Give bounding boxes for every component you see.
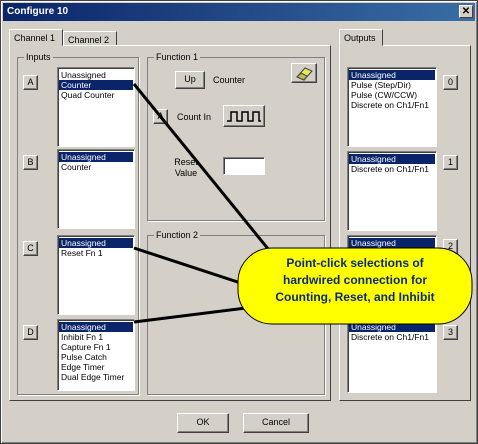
- list-item[interactable]: Pulse (CW/CCW): [349, 90, 435, 100]
- callout-line-1: Point-click selections of: [286, 256, 424, 270]
- output-3-listbox[interactable]: Unassigned Discrete on Ch1/Fn1: [347, 319, 437, 393]
- counter-label: Counter: [213, 75, 246, 85]
- output-1-button[interactable]: 1: [443, 155, 458, 170]
- list-item[interactable]: Quad Counter: [59, 90, 133, 100]
- output-2-button[interactable]: 2: [443, 239, 458, 254]
- list-item[interactable]: Discrete on Ch1/Fn1: [349, 100, 435, 110]
- input-b-listbox[interactable]: Unassigned Counter: [57, 149, 135, 229]
- callout-line-3: Counting, Reset, and Inhibit: [275, 290, 435, 304]
- close-icon: ✕: [461, 6, 471, 17]
- ok-button[interactable]: OK: [177, 413, 229, 433]
- list-item[interactable]: Counter: [59, 162, 133, 172]
- eraser-button[interactable]: [291, 63, 317, 83]
- list-item[interactable]: Unassigned: [349, 70, 435, 80]
- input-d-button[interactable]: D: [23, 325, 38, 340]
- reset-value-label: Reset Value: [174, 157, 198, 178]
- configure-dialog: Configure 10 ✕ Channel 1 Channel 2 Outpu…: [0, 0, 478, 444]
- input-c-button[interactable]: C: [23, 241, 38, 256]
- list-item[interactable]: Capture Fn 1: [59, 342, 133, 352]
- input-d-listbox[interactable]: Unassigned Inhibit Fn 1 Capture Fn 1 Pul…: [57, 319, 135, 391]
- count-in-label: Count In: [177, 112, 212, 122]
- eraser-icon: [296, 67, 313, 81]
- list-item[interactable]: Discrete on Ch1/Fn1: [349, 164, 435, 174]
- list-item[interactable]: Discrete on Ch1/Fn1: [349, 332, 435, 342]
- list-item[interactable]: Unassigned: [59, 238, 133, 248]
- list-item[interactable]: Pulse (Step/Dir): [349, 80, 435, 90]
- output-0-listbox[interactable]: Unassigned Pulse (Step/Dir) Pulse (CW/CC…: [347, 67, 437, 147]
- list-item[interactable]: Counter: [59, 80, 133, 90]
- count-in-source-button[interactable]: A: [153, 109, 168, 124]
- output-3-button[interactable]: 3: [443, 325, 458, 340]
- window-title: Configure 10: [7, 6, 69, 17]
- up-button[interactable]: Up: [175, 71, 205, 89]
- list-item[interactable]: Unassigned: [59, 152, 133, 162]
- list-item[interactable]: Dual Edge Timer: [59, 372, 133, 382]
- tab-channel-2[interactable]: Channel 2: [63, 31, 117, 46]
- callout-line-2: hardwired connection for: [282, 273, 427, 287]
- list-item[interactable]: Unassigned: [349, 238, 435, 248]
- title-bar[interactable]: Configure 10 ✕: [3, 3, 475, 21]
- list-item[interactable]: Edge Timer: [59, 362, 133, 372]
- list-item[interactable]: Unassigned: [59, 322, 133, 332]
- list-item[interactable]: Pulse Catch: [59, 352, 133, 362]
- count-in-waveform-button[interactable]: [223, 105, 265, 127]
- list-item[interactable]: Unassigned: [349, 154, 435, 164]
- list-item[interactable]: Unassigned: [59, 70, 133, 80]
- tab-outputs[interactable]: Outputs: [339, 29, 383, 46]
- input-c-listbox[interactable]: Unassigned Reset Fn 1: [57, 235, 135, 315]
- function-1-label: Function 1: [154, 52, 201, 62]
- close-button[interactable]: ✕: [459, 5, 473, 18]
- list-item[interactable]: Unassigned: [349, 322, 435, 332]
- pulse-waveform-icon: [227, 111, 261, 122]
- input-a-listbox[interactable]: Unassigned Counter Quad Counter: [57, 67, 135, 147]
- input-a-button[interactable]: A: [23, 75, 38, 90]
- input-b-button[interactable]: B: [23, 155, 38, 170]
- inputs-group-label: Inputs: [24, 52, 53, 62]
- reset-value-input[interactable]: [223, 157, 265, 175]
- output-1-listbox[interactable]: Unassigned Discrete on Ch1/Fn1: [347, 151, 437, 231]
- list-item[interactable]: Inhibit Fn 1: [59, 332, 133, 342]
- tab-channel-1[interactable]: Channel 1: [9, 29, 63, 46]
- function-2-label: Function 2: [154, 230, 201, 240]
- cancel-button[interactable]: Cancel: [243, 413, 309, 433]
- output-0-button[interactable]: 0: [443, 75, 458, 90]
- list-item[interactable]: Reset Fn 1: [59, 248, 133, 258]
- callout-text: Point-click selections of hardwired conn…: [238, 255, 472, 306]
